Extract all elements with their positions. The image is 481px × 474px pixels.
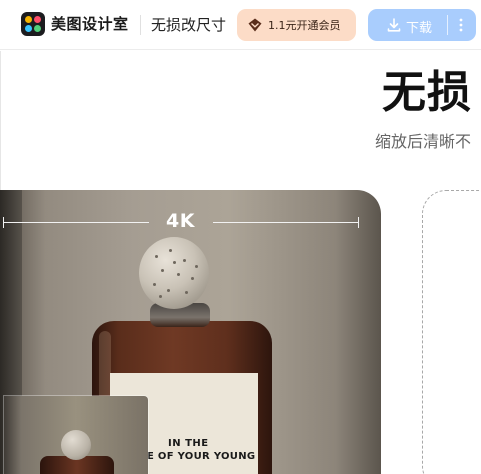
comparison-placeholder-box — [422, 190, 481, 474]
more-vertical-icon[interactable] — [454, 17, 468, 33]
thumbnail-cap — [61, 430, 91, 460]
bottle-label-line2: E OF YOUR YOUNG — [147, 451, 256, 462]
download-icon — [387, 18, 401, 32]
download-button-label: 下载 — [406, 21, 433, 36]
resolution-line-left — [3, 222, 149, 223]
showcase-image-before-thumbnail — [4, 396, 148, 474]
bottle-label-line1: IN THE — [168, 438, 209, 449]
stone-cap — [139, 237, 209, 309]
hero-subtitle: 缩放后清晰不 — [375, 132, 472, 151]
vip-upgrade-button[interactable]: 1.1元开通会员 — [237, 9, 356, 41]
top-header: 美图设计室 无损改尺寸 1.1元开通会员 下载 — [0, 0, 481, 50]
page-title: 无损改尺寸 — [151, 16, 227, 34]
brand-logo-icon[interactable] — [21, 12, 45, 36]
resolution-label: 4K — [166, 210, 195, 232]
diamond-icon — [248, 18, 262, 32]
resolution-line-right — [213, 222, 359, 223]
vip-button-label: 1.1元开通会员 — [268, 19, 341, 32]
hero-title: 无损 — [382, 67, 472, 118]
resolution-marker-right — [358, 217, 359, 228]
header-divider — [140, 15, 141, 35]
download-button[interactable]: 下载 — [368, 9, 476, 41]
download-button-divider — [447, 15, 448, 35]
brand-name[interactable]: 美图设计室 — [51, 13, 129, 34]
